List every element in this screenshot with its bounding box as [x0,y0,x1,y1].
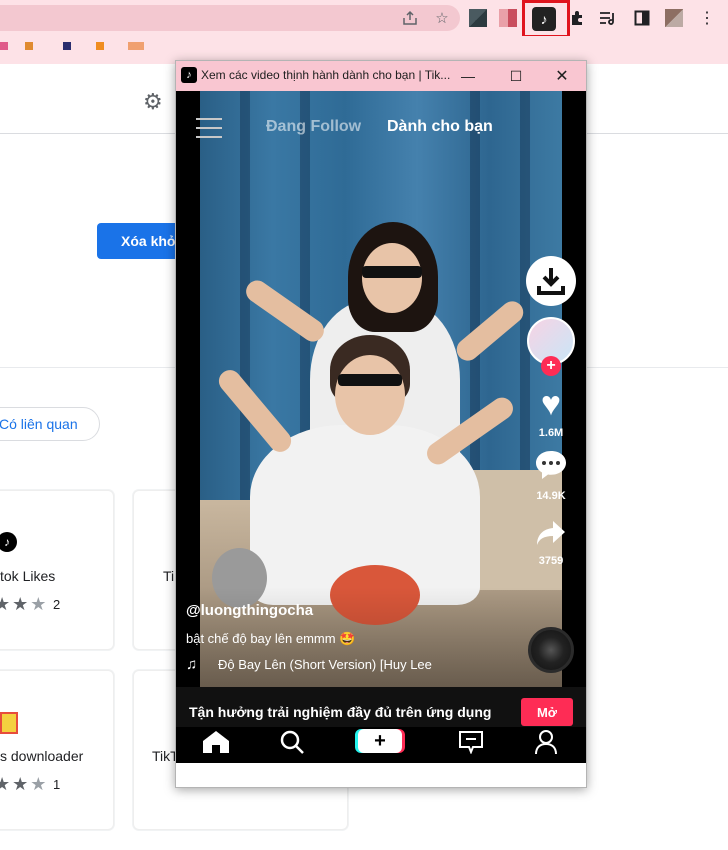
bookmark-item[interactable] [25,42,33,50]
heart-icon[interactable]: ♥ [526,385,576,424]
rating-count: 2 [53,597,61,612]
extension-icon[interactable] [469,9,487,27]
share-icon[interactable] [526,517,576,556]
related-tab[interactable]: Có liên quan [0,407,100,441]
tab-following[interactable]: Đang Follow [266,118,361,136]
face [362,243,422,313]
tiktok-logo-icon: ♪ [181,67,197,83]
share-count: 3759 [538,555,564,567]
face [335,355,405,435]
rating-stars: ★★★ [0,774,49,794]
bookmark-item[interactable] [96,42,104,50]
rating-stars: ★★★ [0,594,49,614]
home-icon[interactable] [200,727,232,757]
profile-avatar[interactable] [665,9,683,27]
sunglasses [362,266,422,278]
more-menu-icon[interactable]: ⋮ [697,8,717,28]
create-plus-icon[interactable]: + [358,729,402,753]
banner-text: Tận hưởng trải nghiệm đầy đủ trên ứng dụ… [189,704,492,720]
like-count: 1.6M [538,427,564,439]
video-caption: bật chế độ bay lên emmm 🤩 [186,631,356,646]
rating-count: 1 [53,777,61,792]
bookmark-item[interactable] [0,42,8,50]
star-icon[interactable]: ☆ [433,9,451,27]
card-title: Ti [163,568,175,584]
extension-icon[interactable] [499,9,517,27]
share-icon[interactable] [401,9,419,27]
heart-logo-icon [0,712,18,734]
music-title[interactable]: Độ Bay Lên (Short Version) [Huy Lee [218,657,432,672]
bookmark-item[interactable] [63,42,71,50]
reading-list-icon[interactable] [598,8,618,28]
download-icon[interactable] [526,256,576,306]
close-icon[interactable]: ✕ [540,62,584,90]
tiktok-extension-icon[interactable]: ♪ [532,7,556,31]
curtain [520,91,530,511]
open-app-button[interactable]: Mở [521,698,573,726]
search-icon[interactable] [276,727,308,757]
gear-icon[interactable]: ⚙ [143,89,163,115]
curtain [240,91,250,511]
follow-plus-icon[interactable]: + [541,356,561,376]
video-username[interactable]: @luongthingocha [186,602,313,619]
sunglasses [338,374,402,386]
minimize-icon[interactable]: — [446,62,490,90]
side-panel-icon[interactable] [632,8,652,28]
menu-icon[interactable] [196,118,222,138]
popup-title: Xem các video thịnh hành dành cho bạn | … [201,68,451,82]
comment-count: 14.9K [536,490,566,502]
popup-bottom-strip [176,763,586,787]
address-bar[interactable] [0,5,460,31]
music-disc-icon[interactable] [528,627,574,673]
card-title: tok Likes [0,568,56,584]
tab-for-you[interactable]: Dành cho bạn [387,118,493,136]
music-note-icon: ♫ [186,656,198,673]
card-title: s downloader [0,748,84,764]
curtain [470,91,480,511]
comment-icon[interactable] [526,449,576,490]
inbox-icon[interactable] [455,727,487,757]
profile-icon[interactable] [530,727,562,757]
bookmark-item[interactable] [128,42,144,50]
maximize-icon[interactable]: ☐ [494,62,538,90]
puzzle-icon[interactable] [567,8,587,28]
